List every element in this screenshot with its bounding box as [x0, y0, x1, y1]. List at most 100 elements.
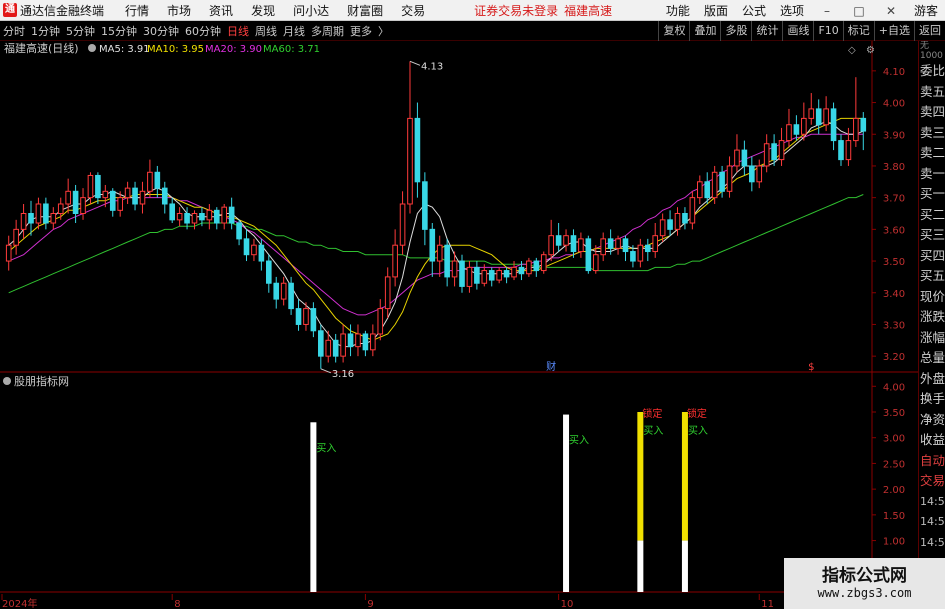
sidebar-item[interactable]: 交易: [919, 471, 945, 492]
buy-label: 买入: [643, 425, 663, 437]
sidebar-item: 买三: [920, 227, 945, 242]
price-tick: 4.10: [883, 67, 905, 78]
stats-button[interactable]: 统计: [751, 21, 782, 41]
candle-body: [830, 108, 837, 142]
trade-login-alert[interactable]: 证券交易未登录: [474, 2, 558, 19]
low-price-label: 3.16: [332, 369, 354, 380]
candle-body: [124, 187, 131, 199]
adjust-button[interactable]: 复权: [658, 21, 689, 41]
period-intraday[interactable]: 分时: [3, 23, 25, 39]
candle-body: [474, 266, 480, 284]
candle-body: [511, 266, 517, 278]
add-watchlist-button[interactable]: +自选: [873, 21, 914, 41]
period-more[interactable]: 更多: [350, 23, 372, 39]
period-30min[interactable]: 30分钟: [143, 23, 179, 39]
candle-body: [273, 282, 280, 300]
draw-button[interactable]: 画线: [782, 21, 813, 41]
multi-stock-button[interactable]: 多股: [720, 21, 751, 41]
period-toolbar: 分时 1分钟 5分钟 15分钟 30分钟 60分钟 日线 周线 月线 多周期 更…: [0, 21, 945, 41]
ma-label: MA60: 3.71: [263, 44, 320, 55]
candle-body: [451, 260, 458, 278]
close-icon[interactable]: ✕: [882, 4, 900, 18]
maximize-icon[interactable]: □: [850, 4, 868, 18]
menu-formula[interactable]: 公式: [742, 2, 766, 19]
candle-body: [778, 140, 785, 161]
lock-label: 锁定: [642, 407, 662, 420]
price-tick: 3.30: [883, 320, 905, 331]
finance-marker[interactable]: 财: [546, 360, 556, 373]
overlay-button[interactable]: 叠加: [689, 21, 720, 41]
candle-body: [533, 260, 540, 272]
candle-body: [251, 244, 257, 256]
minimize-icon[interactable]: –: [818, 4, 836, 18]
toolbar-right: 复权 叠加 多股 统计 画线 F10 标记 +自选 返回: [658, 21, 945, 41]
period-weekly[interactable]: 周线: [255, 23, 277, 39]
f10-button[interactable]: F10: [813, 21, 842, 41]
candle-body: [637, 244, 644, 262]
indicator-settings-icon[interactable]: [3, 377, 11, 385]
candle-body: [726, 165, 733, 192]
menu-item-trade[interactable]: 交易: [401, 2, 425, 19]
candle-body: [763, 143, 770, 167]
menu-item-discover[interactable]: 发现: [251, 2, 275, 19]
sidebar-item: 外盘: [920, 370, 945, 386]
dividend-marker[interactable]: $: [808, 362, 814, 373]
candle-body: [206, 209, 213, 221]
app-logo: 通: [3, 3, 17, 17]
period-multi[interactable]: 多周期: [311, 23, 344, 39]
period-monthly[interactable]: 月线: [283, 23, 305, 39]
candle-body: [704, 181, 711, 199]
sidebar-item: 14:56: [920, 494, 945, 508]
candle-body: [853, 117, 859, 142]
candle-body: [711, 171, 718, 199]
menu-layout[interactable]: 版面: [704, 2, 728, 19]
menu-item-news[interactable]: 资讯: [209, 2, 233, 19]
candle-body: [161, 187, 168, 205]
indicator-tick: 4.00: [883, 382, 905, 393]
candle-body: [228, 206, 235, 224]
candle-body: [592, 254, 599, 272]
candle-body: [384, 276, 391, 310]
date-label: 11: [761, 599, 774, 609]
period-1min[interactable]: 1分钟: [31, 23, 60, 39]
indicator-tick: 3.00: [883, 434, 905, 445]
period-daily[interactable]: 日线: [227, 23, 249, 39]
candle-body: [28, 213, 34, 224]
guest-button[interactable]: 游客: [914, 2, 938, 19]
price-tick: 3.70: [883, 194, 905, 205]
candle-body: [793, 124, 800, 135]
current-stock-name: 福建高速: [564, 3, 613, 18]
candle-body: [117, 197, 123, 211]
candle-body: [518, 266, 525, 275]
candle-body: [399, 203, 406, 246]
indicator-tick: 1.50: [883, 511, 905, 522]
period-15min[interactable]: 15分钟: [101, 23, 137, 39]
more-arrow-icon[interactable]: 〉: [378, 23, 389, 39]
candle-body: [786, 124, 792, 142]
menu-options[interactable]: 选项: [780, 2, 804, 19]
candle-body: [689, 197, 696, 224]
sidebar-header-main: 无: [920, 41, 930, 51]
back-button[interactable]: 返回: [914, 21, 945, 41]
menu-function[interactable]: 功能: [666, 2, 690, 19]
chart-gear-icon[interactable]: ⚙: [866, 45, 875, 56]
candle-body: [221, 206, 228, 224]
menu-item-market[interactable]: 市场: [167, 2, 191, 19]
menu-item-wealth[interactable]: 财富圈: [347, 2, 383, 19]
period-5min[interactable]: 5分钟: [66, 23, 95, 39]
app-window: 通 通达信金融终端 行情 市场 资讯 发现 问小达 财富圈 交易 证券交易未登录…: [0, 0, 945, 609]
kline-chart[interactable]: 4.10 4.00 3.90 3.80 3.70 3.60 3.50 3.40 3.30 3.20…: [0, 41, 918, 609]
chart-collapse-icon[interactable]: ◇: [848, 45, 856, 56]
chart-settings-icon[interactable]: [88, 44, 96, 52]
menu-item-assistant[interactable]: 问小达: [293, 2, 329, 19]
menu-item-quotes[interactable]: 行情: [125, 2, 149, 19]
candle-body: [370, 333, 376, 351]
ma-label: MA20: 3.90: [205, 44, 262, 55]
candle-body: [50, 213, 57, 224]
candle-body: [466, 266, 473, 287]
mark-button[interactable]: 标记: [842, 21, 874, 41]
sidebar-item[interactable]: 自动: [919, 451, 945, 472]
candle-body: [503, 270, 510, 278]
period-60min[interactable]: 60分钟: [185, 23, 221, 39]
date-label: 9: [367, 599, 373, 609]
